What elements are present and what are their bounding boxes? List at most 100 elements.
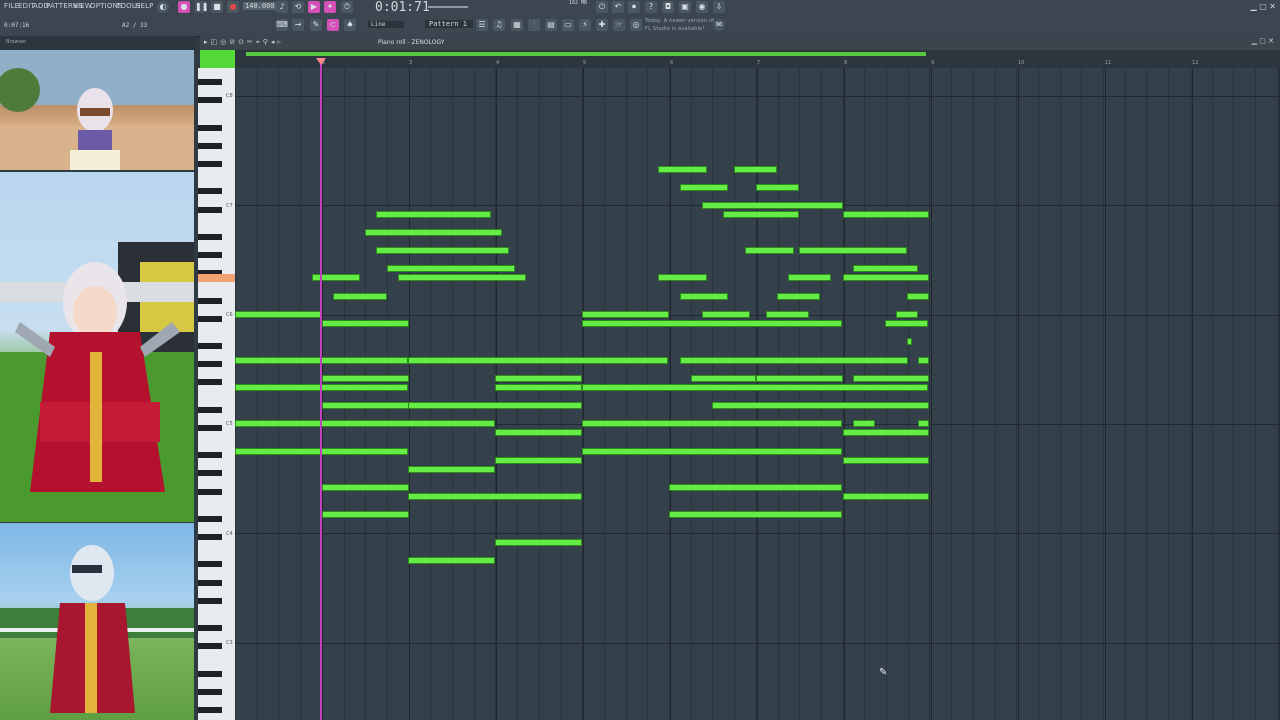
black-key[interactable] <box>198 625 222 632</box>
roll-tool-icons[interactable]: ▸◰◎⊘⊙✂⌖⚲◂▹ <box>204 38 284 47</box>
channel-rack-icon[interactable]: ▦ <box>511 19 523 31</box>
playlist-icon[interactable]: ☰ <box>476 19 488 31</box>
note[interactable] <box>408 357 668 364</box>
plug-icon[interactable]: ⚡ <box>579 19 591 31</box>
browser-label[interactable]: Browser <box>6 39 26 45</box>
note[interactable] <box>408 557 495 564</box>
note[interactable] <box>669 511 842 518</box>
bar-number[interactable]: 9 <box>931 60 934 66</box>
note[interactable] <box>322 511 409 518</box>
note[interactable] <box>745 247 794 254</box>
black-key[interactable] <box>198 142 222 149</box>
record-audio-icon[interactable]: ◎ <box>630 19 642 31</box>
playhead[interactable] <box>320 58 322 720</box>
black-key[interactable] <box>198 315 222 322</box>
bar-number[interactable]: 7 <box>757 60 760 66</box>
note[interactable] <box>495 539 582 546</box>
bar-number[interactable]: 8 <box>844 60 847 66</box>
note[interactable] <box>766 311 809 318</box>
black-key[interactable] <box>198 488 222 495</box>
note[interactable] <box>582 384 928 391</box>
black-key[interactable] <box>198 252 222 258</box>
stop-icon[interactable]: ■ <box>211 1 223 13</box>
note[interactable] <box>843 457 929 464</box>
black-key[interactable] <box>198 707 222 713</box>
bar-number[interactable]: 3 <box>409 60 412 66</box>
black-key[interactable] <box>198 379 222 386</box>
note[interactable] <box>365 229 502 236</box>
note[interactable] <box>680 184 728 191</box>
note[interactable] <box>799 247 907 254</box>
tempo-display[interactable]: 140.000 <box>243 2 277 10</box>
note[interactable] <box>333 293 387 300</box>
note[interactable] <box>582 320 842 327</box>
bar-number[interactable]: 12 <box>1192 60 1198 66</box>
pencil-icon[interactable]: ✎ <box>310 19 322 31</box>
piano-roll-icon[interactable]: ♫ <box>493 19 505 31</box>
window-controls[interactable]: ▁ ▢ ✕ <box>1251 2 1277 11</box>
black-key[interactable] <box>198 561 222 568</box>
note[interactable] <box>398 274 526 281</box>
note[interactable] <box>408 493 582 500</box>
note[interactable] <box>691 375 756 382</box>
note[interactable] <box>322 484 409 491</box>
black-key[interactable] <box>198 406 222 413</box>
note[interactable] <box>235 311 322 318</box>
black-key[interactable] <box>198 452 222 459</box>
black-key[interactable] <box>198 161 222 167</box>
note[interactable] <box>669 484 842 491</box>
black-key[interactable] <box>198 361 222 368</box>
browser-icon[interactable]: ▤ <box>545 19 557 31</box>
pattern-selector[interactable]: Pattern 1 <box>425 20 473 28</box>
note[interactable] <box>843 274 929 281</box>
note[interactable] <box>495 375 582 382</box>
note[interactable] <box>843 429 929 436</box>
note[interactable] <box>788 274 831 281</box>
note[interactable] <box>680 357 908 364</box>
menu-file[interactable]: FILE <box>4 2 19 10</box>
news-icon[interactable]: ✉ <box>713 19 725 31</box>
chat-icon[interactable]: ◉ <box>696 1 708 13</box>
black-key[interactable] <box>198 515 222 522</box>
black-key[interactable] <box>198 79 222 86</box>
menu-help[interactable]: HELP <box>135 2 154 10</box>
brush-icon[interactable]: ♠ <box>344 19 356 31</box>
save-icon[interactable]: ▣ <box>679 1 691 13</box>
note[interactable] <box>853 265 918 272</box>
note[interactable] <box>680 293 728 300</box>
snap-select[interactable]: Line <box>368 21 404 28</box>
black-key[interactable] <box>198 688 222 695</box>
black-key[interactable] <box>198 597 222 604</box>
black-key[interactable] <box>198 643 222 650</box>
metronome-icon[interactable]: ♪ <box>276 1 288 13</box>
master-volume-icon[interactable]: ◐ <box>157 1 169 13</box>
loop-icon[interactable]: ⟲ <box>292 1 304 13</box>
note[interactable] <box>777 293 820 300</box>
note[interactable] <box>918 420 929 427</box>
black-key[interactable] <box>198 579 222 586</box>
note[interactable] <box>495 384 582 391</box>
plugin-icon[interactable]: ◘ <box>662 1 674 13</box>
timeline-ruler[interactable] <box>200 50 1280 68</box>
highlighted-key[interactable] <box>198 274 235 282</box>
help-icon[interactable]: ? <box>645 1 657 13</box>
mixer-icon[interactable]: ⫶ <box>528 19 540 31</box>
note[interactable] <box>918 357 929 364</box>
black-key[interactable] <box>198 97 222 104</box>
note[interactable] <box>235 420 495 427</box>
black-key[interactable] <box>198 424 222 431</box>
arrow-icon[interactable]: → <box>292 19 304 31</box>
black-key[interactable] <box>198 124 222 131</box>
bar-number[interactable]: 6 <box>670 60 673 66</box>
note[interactable] <box>853 420 875 427</box>
record-icon[interactable]: ● <box>227 1 239 13</box>
note[interactable] <box>756 184 799 191</box>
note[interactable] <box>756 375 843 382</box>
master-pitch-slider[interactable] <box>428 6 468 8</box>
undo-icon[interactable]: ↶ <box>612 1 624 13</box>
piano-keyboard[interactable] <box>198 68 236 720</box>
bar-number[interactable]: 4 <box>496 60 499 66</box>
bar-number[interactable]: 5 <box>583 60 586 66</box>
tag-icon[interactable]: ✚ <box>596 19 608 31</box>
black-key[interactable] <box>198 343 222 349</box>
